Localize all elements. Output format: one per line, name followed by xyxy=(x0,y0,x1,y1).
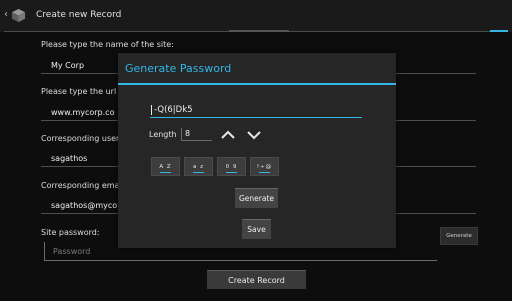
site-password-label: Site password: xyxy=(41,228,100,237)
action-bar-title: Create new Record xyxy=(36,10,122,20)
generated-password-value: -Q(6|Dk5 xyxy=(154,105,193,115)
accent-indicator xyxy=(490,30,508,32)
up-navigation-icon[interactable]: ‹ xyxy=(4,10,10,20)
digits-toggle[interactable]: 0 9 xyxy=(217,157,246,176)
dialog-save-button[interactable]: Save xyxy=(242,219,271,239)
site-name-field[interactable]: My Corp xyxy=(51,61,84,70)
site-url-field[interactable]: www.mycorp.co xyxy=(51,108,114,117)
generated-password-field[interactable]: -Q(6|Dk5 xyxy=(150,104,362,118)
symbols-toggle[interactable]: !÷@ xyxy=(250,157,279,176)
action-bar: ‹ Create new Record xyxy=(0,0,512,32)
toggle-indicator xyxy=(226,172,237,173)
length-label: Length xyxy=(149,130,177,139)
symbols-toggle-label: !÷@ xyxy=(256,163,273,170)
create-record-button[interactable]: Create Record xyxy=(207,270,306,289)
site-name-label: Please type the name of the site: xyxy=(41,40,174,49)
dialog-title-divider xyxy=(118,83,396,85)
tab-indicator xyxy=(229,30,289,32)
lowercase-toggle-label: a z xyxy=(192,163,204,170)
user-field[interactable]: sagathos xyxy=(51,154,87,163)
email-label: Corresponding email xyxy=(41,181,124,190)
text-cursor xyxy=(151,105,152,115)
chevron-up-icon[interactable] xyxy=(220,130,236,140)
site-password-placeholder: Password xyxy=(53,247,91,256)
toggle-indicator xyxy=(160,172,171,173)
site-url-label: Please type the url o xyxy=(41,87,124,96)
generate-password-dialog: Generate Password -Q(6|Dk5 Length 8 A Z … xyxy=(118,53,396,248)
length-value: 8 xyxy=(185,129,191,138)
lowercase-toggle[interactable]: a z xyxy=(184,157,213,176)
digits-toggle-label: 0 9 xyxy=(225,163,238,170)
app-cube-icon[interactable] xyxy=(11,8,26,23)
toggle-indicator xyxy=(259,172,270,173)
dialog-generate-button[interactable]: Generate xyxy=(235,188,278,208)
chevron-down-icon[interactable] xyxy=(246,130,262,140)
generate-password-button[interactable]: Generate xyxy=(440,227,478,245)
uppercase-toggle[interactable]: A Z xyxy=(151,157,180,176)
email-field[interactable]: sagathos@myco xyxy=(51,201,117,210)
dialog-title: Generate Password xyxy=(125,62,232,75)
action-bar-divider xyxy=(4,30,508,32)
user-label: Corresponding user xyxy=(41,134,120,143)
toggle-indicator xyxy=(193,172,204,173)
uppercase-toggle-label: A Z xyxy=(159,163,172,170)
length-input[interactable]: 8 xyxy=(181,128,212,141)
